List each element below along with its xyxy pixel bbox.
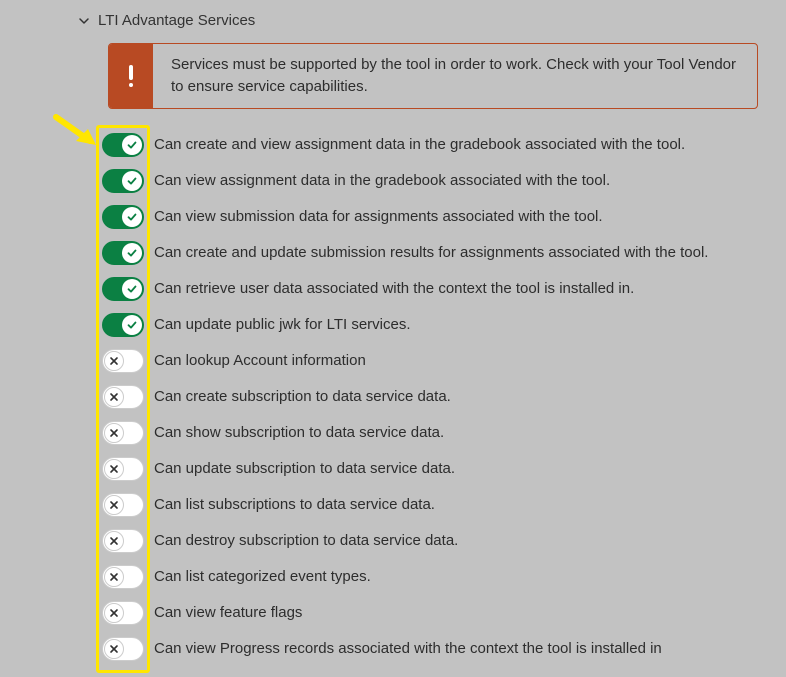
x-icon (104, 567, 124, 587)
service-label: Can lookup Account information (154, 352, 366, 369)
x-icon (104, 387, 124, 407)
check-icon (122, 207, 142, 227)
service-row: Can destroy subscription to data service… (102, 523, 752, 559)
service-toggle[interactable] (102, 457, 144, 481)
service-label: Can view feature flags (154, 604, 302, 621)
service-row: Can update public jwk for LTI services. (102, 307, 752, 343)
service-label: Can destroy subscription to data service… (154, 532, 458, 549)
service-row: Can view assignment data in the gradeboo… (102, 163, 752, 199)
service-label: Can create and update submission results… (154, 244, 708, 261)
annotation-arrow-icon (52, 113, 102, 157)
service-toggle[interactable] (102, 529, 144, 553)
service-row: Can create and view assignment data in t… (102, 127, 752, 163)
check-icon (122, 243, 142, 263)
service-label: Can create and view assignment data in t… (154, 136, 685, 153)
alert-banner: Services must be supported by the tool i… (108, 43, 758, 109)
service-label: Can list categorized event types. (154, 568, 371, 585)
service-label: Can view Progress records associated wit… (154, 640, 662, 657)
check-icon (122, 135, 142, 155)
service-row: Can create and update submission results… (102, 235, 752, 271)
section-header[interactable]: LTI Advantage Services (78, 12, 758, 29)
service-row: Can view submission data for assignments… (102, 199, 752, 235)
service-toggle[interactable] (102, 385, 144, 409)
service-toggle[interactable] (102, 349, 144, 373)
service-row: Can view Progress records associated wit… (102, 631, 752, 667)
check-icon (122, 171, 142, 191)
x-icon (104, 531, 124, 551)
service-toggle[interactable] (102, 565, 144, 589)
service-label: Can create subscription to data service … (154, 388, 451, 405)
service-toggle[interactable] (102, 169, 144, 193)
service-row: Can list subscriptions to data service d… (102, 487, 752, 523)
service-row: Can list categorized event types. (102, 559, 752, 595)
service-label: Can show subscription to data service da… (154, 424, 444, 441)
alert-text: Services must be supported by the tool i… (153, 44, 757, 108)
x-icon (104, 351, 124, 371)
service-label: Can view assignment data in the gradeboo… (154, 172, 610, 189)
service-toggle[interactable] (102, 601, 144, 625)
services-list: Can create and view assignment data in t… (96, 123, 758, 677)
service-label: Can update public jwk for LTI services. (154, 316, 411, 333)
x-icon (104, 495, 124, 515)
service-row: Can update subscription to data service … (102, 451, 752, 487)
check-icon (122, 315, 142, 335)
service-label: Can list subscriptions to data service d… (154, 496, 435, 513)
section-title: LTI Advantage Services (98, 12, 255, 29)
service-label: Can update subscription to data service … (154, 460, 455, 477)
check-icon (122, 279, 142, 299)
service-toggle[interactable] (102, 637, 144, 661)
chevron-down-icon (78, 15, 90, 27)
service-toggle[interactable] (102, 313, 144, 337)
service-row: Can retrieve user data associated with t… (102, 271, 752, 307)
service-label: Can view submission data for assignments… (154, 208, 603, 225)
x-icon (104, 423, 124, 443)
service-toggle[interactable] (102, 493, 144, 517)
service-row: Can lookup Account information (102, 343, 752, 379)
x-icon (104, 603, 124, 623)
x-icon (104, 639, 124, 659)
service-label: Can retrieve user data associated with t… (154, 280, 634, 297)
warning-icon (109, 44, 153, 108)
service-row: Can show subscription to data service da… (102, 415, 752, 451)
service-row: Can view feature flags (102, 595, 752, 631)
service-toggle[interactable] (102, 421, 144, 445)
x-icon (104, 459, 124, 479)
service-toggle[interactable] (102, 133, 144, 157)
service-toggle[interactable] (102, 241, 144, 265)
service-toggle[interactable] (102, 205, 144, 229)
service-row: Can create subscription to data service … (102, 379, 752, 415)
service-toggle[interactable] (102, 277, 144, 301)
